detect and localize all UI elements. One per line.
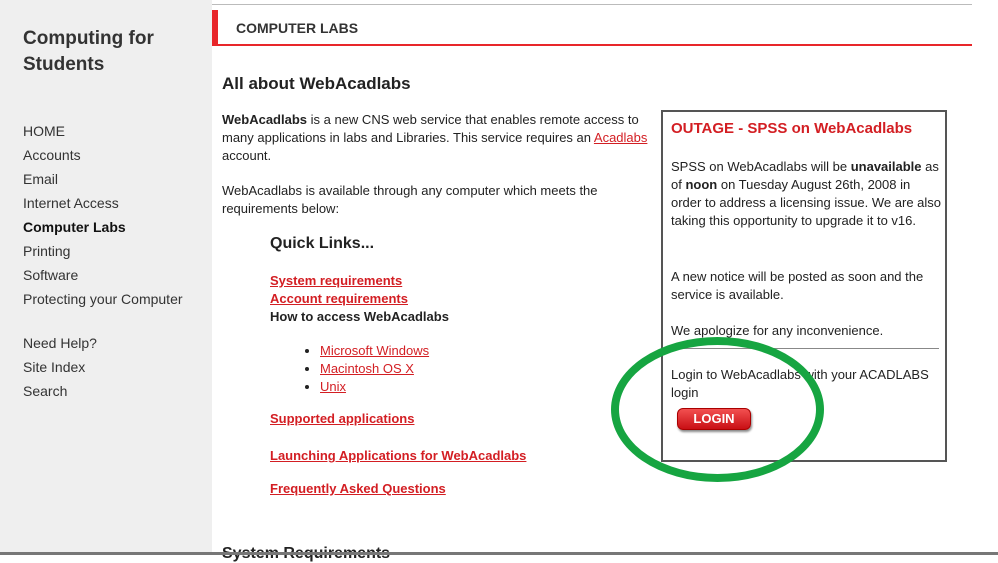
faq-link[interactable]: Frequently Asked Questions	[270, 481, 446, 496]
section-header: COMPUTER LABS	[212, 10, 972, 46]
quick-links-heading: Quick Links...	[270, 235, 375, 252]
unix-link[interactable]: Unix	[320, 379, 346, 394]
outage-text-1: SPSS on WebAcadlabs will be	[671, 159, 851, 174]
nav-item-internet-access[interactable]: Internet Access	[23, 191, 183, 215]
account-requirements-link[interactable]: Account requirements	[270, 290, 449, 308]
nav-item-protecting-computer[interactable]: Protecting your Computer	[23, 287, 183, 311]
nav-item-computer-labs[interactable]: Computer Labs	[23, 215, 183, 239]
supported-applications-link[interactable]: Supported applications	[270, 411, 414, 426]
intro-bold-name: WebAcadlabs	[222, 112, 308, 127]
nav-item-accounts[interactable]: Accounts	[23, 143, 183, 167]
section-header-title: COMPUTER LABS	[236, 20, 359, 36]
nav-item-search[interactable]: Search	[23, 379, 183, 403]
intro-text-2: account.	[222, 148, 272, 163]
availability-paragraph: WebAcadlabs is available through any com…	[222, 183, 598, 216]
sidebar-nav: HOME Accounts Email Internet Access Comp…	[23, 119, 183, 403]
nav-item-home[interactable]: HOME	[23, 119, 183, 143]
outage-followup-notice: A new notice will be posted as soon and …	[671, 269, 924, 302]
system-requirements-link[interactable]: System requirements	[270, 272, 449, 290]
intro-paragraph: WebAcadlabs is a new CNS web service tha…	[222, 111, 662, 165]
outage-bold-noon: noon	[685, 177, 718, 192]
how-to-access-label: How to access WebAcadlabs	[270, 309, 449, 324]
nav-item-need-help[interactable]: Need Help?	[23, 331, 183, 355]
os-list-item: Macintosh OS X	[320, 360, 429, 378]
nav-item-site-index[interactable]: Site Index	[23, 355, 183, 379]
outage-apology: We apologize for any inconvenience.	[671, 323, 884, 338]
site-title: Computing for Students	[23, 28, 154, 75]
nav-item-printing[interactable]: Printing	[23, 239, 183, 263]
login-button[interactable]: LOGIN	[677, 408, 751, 430]
launching-applications-link[interactable]: Launching Applications for WebAcadlabs	[270, 448, 526, 463]
nav-item-software[interactable]: Software	[23, 263, 183, 287]
outage-bold-unavailable: unavailable	[850, 159, 922, 174]
outage-notice-box: OUTAGE - SPSS on WebAcadlabs SPSS on Web…	[661, 110, 947, 462]
top-divider	[212, 4, 972, 5]
macintosh-os-x-link[interactable]: Macintosh OS X	[320, 361, 414, 376]
page-title: All about WebAcadlabs	[222, 74, 411, 93]
nav-item-email[interactable]: Email	[23, 167, 183, 191]
sidebar: Computing for Students HOME Accounts Ema…	[0, 0, 212, 552]
acadlabs-link[interactable]: Acadlabs	[594, 130, 647, 145]
outage-divider	[669, 348, 939, 349]
quick-links-list: System requirements Account requirements…	[270, 272, 449, 326]
outage-title: OUTAGE - SPSS on WebAcadlabs	[671, 120, 913, 137]
os-list-item: Microsoft Windows	[320, 342, 429, 360]
login-instructions: Login to WebAcadlabs with your ACADLABS …	[671, 367, 929, 400]
bottom-divider	[0, 552, 998, 555]
outage-message: SPSS on WebAcadlabs will be unavailable …	[671, 158, 941, 230]
os-list: Microsoft Windows Macintosh OS X Unix	[302, 342, 429, 396]
microsoft-windows-link[interactable]: Microsoft Windows	[320, 343, 429, 358]
os-list-item: Unix	[320, 378, 429, 396]
